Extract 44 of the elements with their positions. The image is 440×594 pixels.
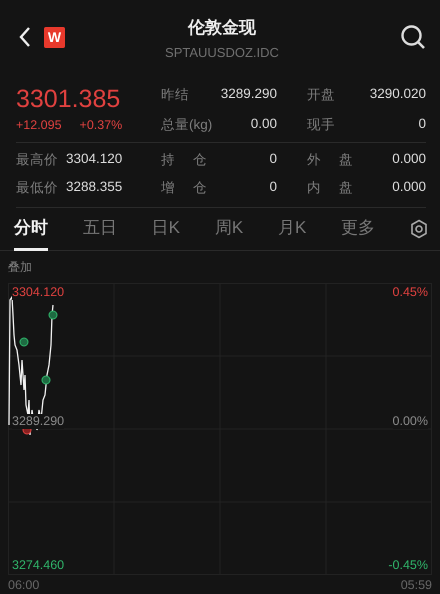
stat-value: 3290.020	[370, 86, 426, 103]
trade-marker	[48, 310, 58, 320]
period-tab[interactable]: 月K	[278, 208, 306, 250]
stat-value: 3288.355	[66, 179, 124, 196]
period-tab[interactable]: 日K	[152, 208, 180, 250]
stat-value: 0	[269, 151, 277, 168]
stat-label: 最低价	[16, 179, 59, 197]
last-price: 3301.385	[16, 84, 122, 114]
stat-value: 0.00	[250, 116, 277, 133]
period-tab[interactable]: 分时	[14, 208, 48, 250]
settings-icon[interactable]	[410, 219, 428, 239]
price-axis-label: 3304.120	[12, 285, 64, 300]
price-change: +12.095	[16, 118, 62, 132]
stat-label: 外 盘	[307, 151, 354, 169]
price-axis-label: 3289.290	[12, 414, 64, 429]
period-tab[interactable]: 更多	[341, 208, 376, 250]
trade-marker	[42, 376, 50, 384]
stat-value: 0.000	[392, 179, 426, 196]
stat-value: 3289.290	[220, 86, 277, 103]
stat-value: 0	[269, 179, 277, 196]
stat-label: 总量(kg)	[161, 116, 214, 134]
stat-label: 最高价	[16, 151, 59, 169]
stat-label: 开盘	[307, 86, 336, 104]
period-tab[interactable]: 五日	[82, 208, 117, 250]
percent-axis-label: 0.00%	[392, 414, 428, 429]
trade-marker	[20, 338, 28, 346]
stat-label: 持 仓	[161, 151, 208, 169]
stat-value: 0	[418, 116, 426, 133]
search-icon[interactable]	[400, 24, 426, 50]
end-time: 05:59	[400, 578, 432, 592]
start-time: 06:00	[8, 578, 40, 592]
app-logo: W	[44, 26, 65, 48]
percent-change: +0.37%	[80, 118, 122, 132]
page-title: 伦敦金现	[188, 17, 256, 39]
stat-value: 3304.120	[66, 151, 124, 168]
stat-label: 昨结	[161, 86, 190, 104]
stat-label: 内 盘	[307, 179, 354, 197]
stat-value: 0.000	[392, 151, 426, 168]
period-tab[interactable]: 周K	[214, 208, 244, 250]
back-icon[interactable]	[18, 26, 32, 48]
symbol-code: SPTAUUSDOZ.IDC	[165, 45, 279, 60]
stat-label: 现手	[307, 116, 336, 134]
overlay-label[interactable]: 叠加	[8, 251, 32, 276]
stat-label: 增 仓	[161, 179, 208, 197]
